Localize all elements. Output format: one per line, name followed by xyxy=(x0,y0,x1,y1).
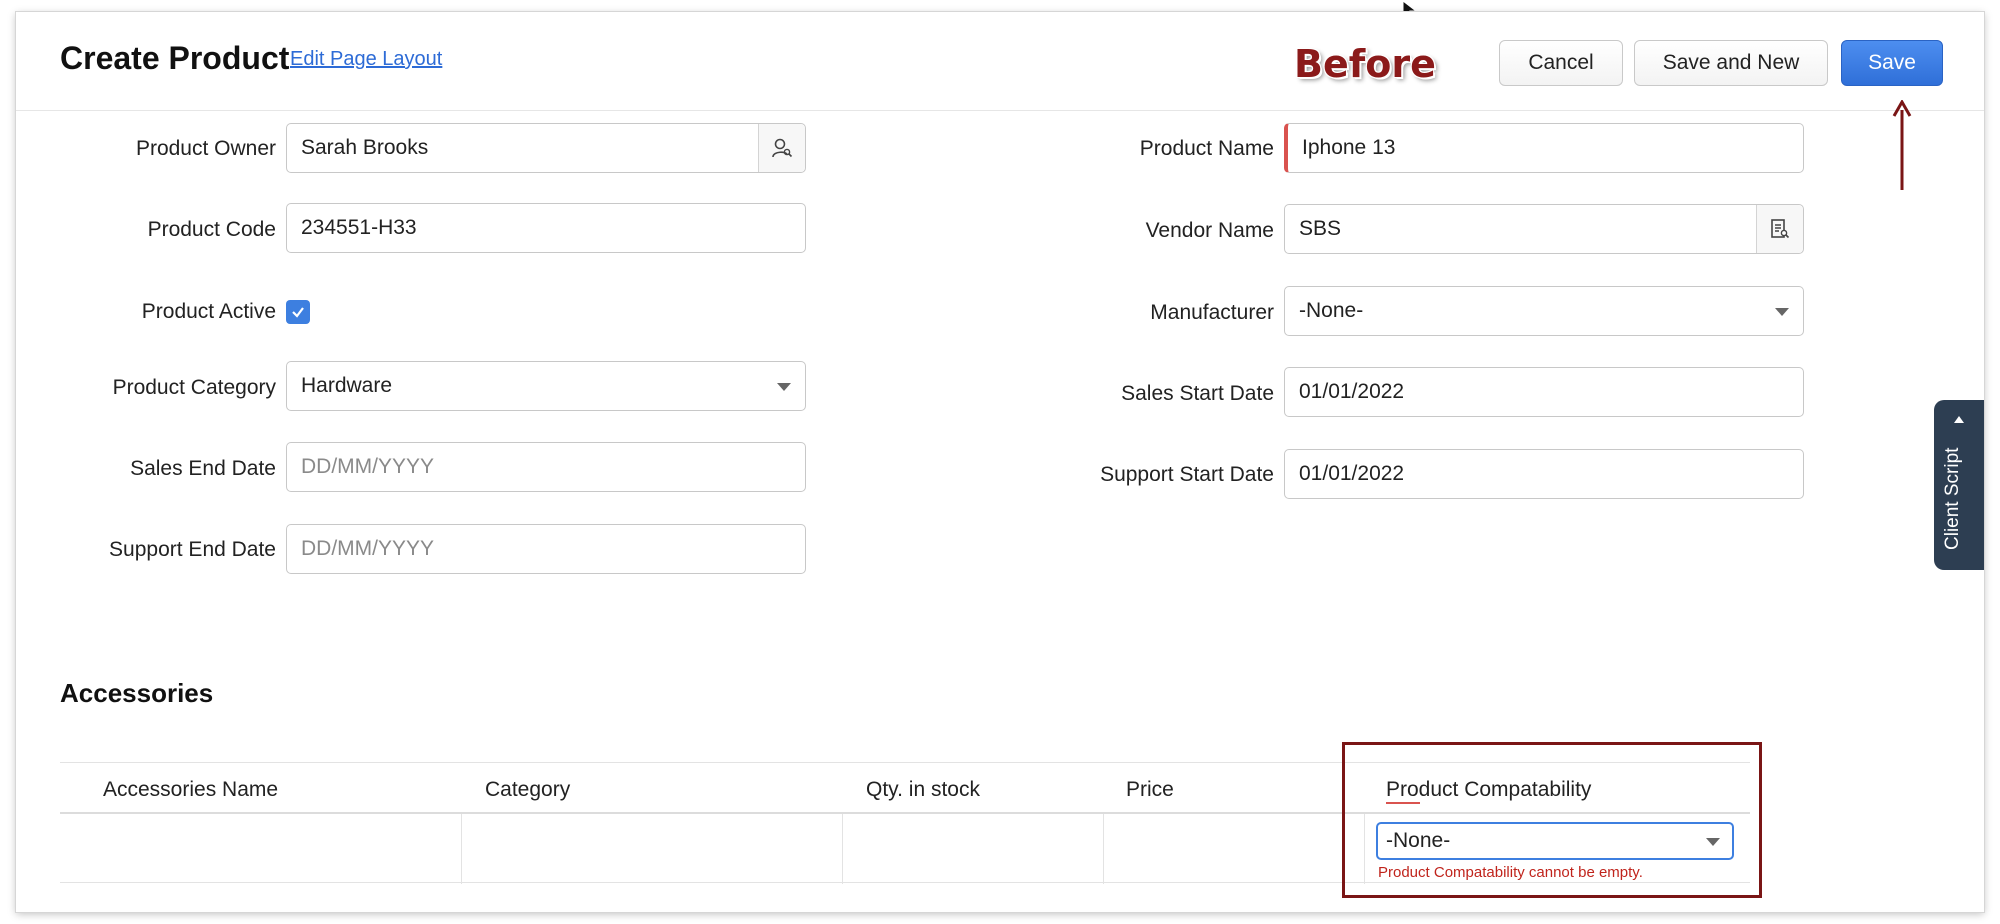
cancel-button[interactable]: Cancel xyxy=(1499,40,1623,86)
product-code-label: Product Code xyxy=(147,218,276,241)
manufacturer-value: -None- xyxy=(1299,299,1364,322)
manufacturer-label: Manufacturer xyxy=(1150,301,1274,324)
product-active-label: Product Active xyxy=(141,300,276,323)
product-name-label: Product Name xyxy=(1139,137,1274,160)
client-script-tab[interactable]: Client Script xyxy=(1934,400,1984,570)
vendor-name-label: Vendor Name xyxy=(1145,219,1274,242)
column-separator xyxy=(842,814,843,884)
column-separator xyxy=(1103,814,1104,884)
product-name-input[interactable]: Iphone 13 xyxy=(1284,123,1804,173)
sales-end-date-label: Sales End Date xyxy=(130,457,276,480)
sales-end-date-placeholder: DD/MM/YYYY xyxy=(301,455,435,478)
support-end-date-placeholder: DD/MM/YYYY xyxy=(301,537,435,560)
col-header-accessories-name: Accessories Name xyxy=(103,778,279,801)
col-header-qty-in-stock: Qty. in stock xyxy=(866,778,980,801)
col-header-category: Category xyxy=(485,778,571,801)
column-separator xyxy=(461,814,462,884)
support-start-date-label: Support Start Date xyxy=(1100,463,1274,486)
sales-start-date-value: 01/01/2022 xyxy=(1299,380,1405,403)
product-code-value: 234551-H33 xyxy=(301,216,417,239)
support-end-date-input[interactable]: DD/MM/YYYY xyxy=(286,524,806,574)
highlight-annotation-box xyxy=(1342,742,1762,898)
create-product-window: Create Product Edit Page Layout Before C… xyxy=(16,12,1984,912)
edit-page-layout-link[interactable]: Edit Page Layout xyxy=(290,48,442,71)
vendor-lookup-icon[interactable] xyxy=(1756,205,1803,253)
product-code-input[interactable]: 234551-H33 xyxy=(286,203,806,253)
chevron-down-icon xyxy=(777,383,791,391)
page-title: Create Product xyxy=(60,40,290,76)
client-script-label: Client Script xyxy=(1942,447,1963,550)
chevron-down-icon xyxy=(1775,308,1789,316)
product-active-checkbox[interactable] xyxy=(286,300,310,324)
support-end-date-label: Support End Date xyxy=(109,538,276,561)
page-header: Create Product Edit Page Layout Before C… xyxy=(16,12,1984,111)
product-owner-value: Sarah Brooks xyxy=(301,136,429,159)
vendor-name-field[interactable]: SBS xyxy=(1284,204,1804,254)
product-owner-label: Product Owner xyxy=(135,137,276,160)
product-category-value: Hardware xyxy=(301,374,393,397)
manufacturer-select[interactable]: -None- xyxy=(1284,286,1804,336)
sales-start-date-label: Sales Start Date xyxy=(1121,382,1274,405)
col-header-price: Price xyxy=(1126,778,1174,801)
product-owner-field[interactable]: Sarah Brooks xyxy=(286,123,806,173)
checkmark-icon xyxy=(292,307,304,318)
product-name-value: Iphone 13 xyxy=(1302,136,1396,159)
sales-end-date-input[interactable]: DD/MM/YYYY xyxy=(286,442,806,492)
before-annotation: Before xyxy=(1294,42,1436,86)
product-category-select[interactable]: Hardware xyxy=(286,361,806,411)
vendor-name-value: SBS xyxy=(1299,217,1342,240)
annotation-arrow-icon xyxy=(1892,100,1912,190)
save-button[interactable]: Save xyxy=(1841,40,1943,86)
product-category-label: Product Category xyxy=(112,376,276,399)
caret-up-icon xyxy=(1954,416,1964,423)
support-start-date-value: 01/01/2022 xyxy=(1299,462,1405,485)
save-and-new-button[interactable]: Save and New xyxy=(1634,40,1828,86)
support-start-date-input[interactable]: 01/01/2022 xyxy=(1284,449,1804,499)
accessories-section-title: Accessories xyxy=(60,678,214,708)
user-lookup-icon[interactable] xyxy=(758,124,805,172)
sales-start-date-input[interactable]: 01/01/2022 xyxy=(1284,367,1804,417)
